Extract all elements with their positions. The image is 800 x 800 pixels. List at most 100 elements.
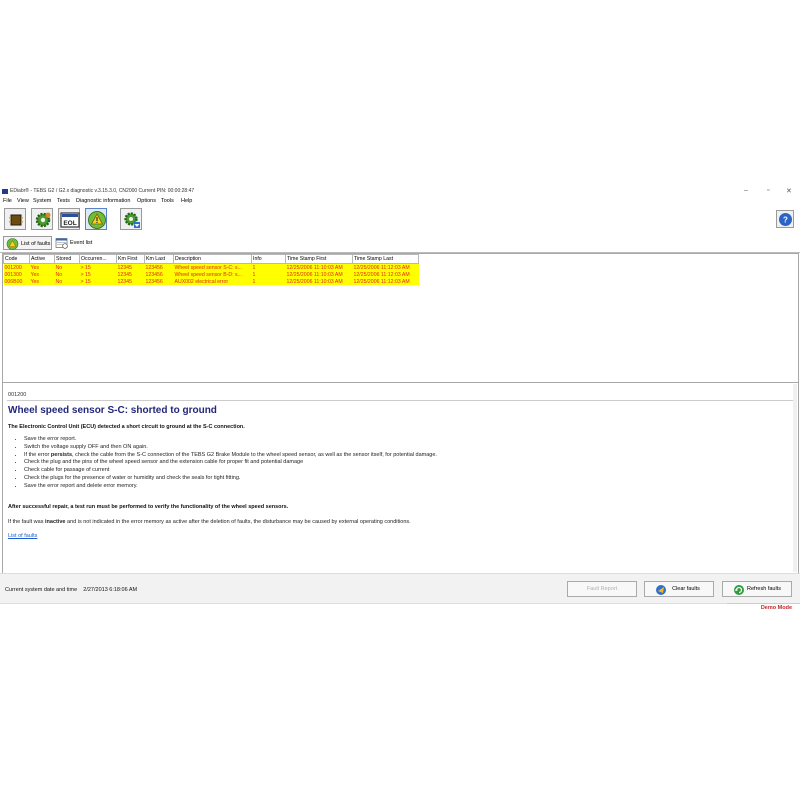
eol-label: EOL bbox=[63, 220, 76, 227]
system-date-value: 2/27/2013 6:18:06 AM bbox=[83, 587, 138, 593]
cell-active: Yes bbox=[29, 278, 55, 285]
table-row[interactable]: 001200 Yes No > 15 12345 123456 Wheel sp… bbox=[3, 263, 419, 271]
ecu-module-button[interactable] bbox=[4, 208, 26, 230]
download-settings-button[interactable] bbox=[120, 208, 142, 230]
refresh-faults-button[interactable]: Refresh faults bbox=[722, 581, 792, 597]
divider bbox=[0, 603, 727, 604]
column-header-time-first[interactable]: Time Stamp First bbox=[285, 254, 353, 264]
list-of-faults-link[interactable]: List of faults bbox=[8, 533, 37, 539]
list-item: Save the error report and delete error m… bbox=[24, 483, 437, 491]
cell-description: Wheel speed sensor S-C: s... bbox=[173, 263, 252, 271]
help-icon: ? bbox=[779, 213, 792, 226]
cell-occurrence: > 15 bbox=[79, 263, 117, 271]
tab-list-of-faults[interactable]: List of faults bbox=[3, 236, 52, 250]
column-header-km-last[interactable]: Km Last bbox=[144, 254, 174, 264]
warning-triangle-icon bbox=[6, 238, 19, 250]
tab-label: List of faults bbox=[21, 241, 51, 247]
cell-km-first: 12345 bbox=[116, 263, 145, 271]
cell-stored: No bbox=[54, 263, 80, 271]
cell-stored: No bbox=[54, 271, 80, 278]
list-item: Check the plugs for the presence of wate… bbox=[24, 475, 437, 483]
refresh-icon bbox=[734, 585, 744, 595]
cell-code: 001300 bbox=[3, 271, 30, 278]
warning-triangle-icon bbox=[88, 211, 106, 229]
vertical-scrollbar[interactable] bbox=[793, 384, 797, 572]
table-row[interactable]: 001300 Yes No > 15 12345 123456 Wheel sp… bbox=[3, 271, 419, 278]
cell-code: 001200 bbox=[3, 263, 30, 271]
column-header-km-first[interactable]: Km First bbox=[116, 254, 145, 264]
fault-report-button[interactable]: Fault Report bbox=[567, 581, 637, 597]
column-header-description[interactable]: Description bbox=[173, 254, 252, 264]
table-header: Code Active Stored Occurren... Km First … bbox=[3, 254, 419, 264]
table-row[interactable]: 006B00 Yes No > 15 12345 123456 AUX002 e… bbox=[3, 278, 419, 285]
cell-description: AUX002 electrical error bbox=[173, 278, 252, 285]
cell-km-last: 123456 bbox=[144, 278, 174, 285]
list-item: Check the plug and the pins of the wheel… bbox=[24, 459, 437, 467]
fault-heading: Wheel speed sensor S-C: shorted to groun… bbox=[8, 405, 217, 416]
close-button[interactable]: ✕ bbox=[786, 187, 792, 195]
menu-system[interactable]: System bbox=[33, 198, 51, 204]
event-list-icon bbox=[55, 238, 68, 249]
minimize-button[interactable]: – bbox=[744, 187, 748, 194]
list-item: Switch the voltage supply OFF and then O… bbox=[24, 444, 437, 452]
cell-occurrence: > 15 bbox=[79, 278, 117, 285]
demo-mode-badge: Demo Mode bbox=[727, 603, 800, 612]
ecu-module-icon bbox=[9, 214, 23, 226]
cell-active: Yes bbox=[29, 263, 55, 271]
menu-file[interactable]: File bbox=[3, 198, 12, 204]
list-item: Check cable for passage of current bbox=[24, 467, 437, 475]
column-header-code[interactable]: Code bbox=[3, 254, 30, 264]
cell-time-last: 12/25/2006 11:12:03 AM bbox=[352, 271, 419, 278]
inactive-note: If the fault was inactive and is not ind… bbox=[8, 519, 411, 525]
list-item: Save the error report. bbox=[24, 436, 437, 444]
cell-time-last: 12/25/2006 11:12:03 AM bbox=[352, 263, 419, 271]
fault-code: 001200 bbox=[8, 392, 27, 398]
column-header-occurrence[interactable]: Occurren... bbox=[79, 254, 117, 264]
maximize-button[interactable]: ▫ bbox=[767, 187, 769, 194]
menu-bar: File View System Tests Diagnostic inform… bbox=[0, 197, 800, 205]
column-header-info[interactable]: Info bbox=[251, 254, 286, 264]
clear-faults-icon bbox=[656, 585, 666, 595]
status-bar: Current system date and time 2/27/2013 6… bbox=[0, 573, 800, 604]
column-header-stored[interactable]: Stored bbox=[54, 254, 80, 264]
divider bbox=[7, 400, 793, 401]
cell-time-first: 12/25/2006 11:10:03 AM bbox=[285, 271, 353, 278]
help-button[interactable]: ? bbox=[776, 210, 794, 228]
cell-time-last: 12/25/2006 11:12:03 AM bbox=[352, 278, 419, 285]
cell-km-last: 123456 bbox=[144, 271, 174, 278]
system-date: Current system date and time 2/27/2013 6… bbox=[5, 587, 137, 593]
settings-button[interactable] bbox=[31, 208, 53, 230]
menu-tests[interactable]: Tests bbox=[57, 198, 70, 204]
fault-intro: The Electronic Control Unit (ECU) detect… bbox=[8, 424, 245, 430]
cell-description: Wheel speed sensor B-D: s... bbox=[173, 271, 252, 278]
menu-options[interactable]: Options bbox=[137, 198, 156, 204]
clear-faults-button[interactable]: Clear faults bbox=[644, 581, 714, 597]
cell-active: Yes bbox=[29, 271, 55, 278]
svg-text:?: ? bbox=[783, 216, 788, 225]
list-item: If the error persists, check the cable f… bbox=[24, 452, 437, 460]
column-header-active[interactable]: Active bbox=[29, 254, 55, 264]
gear-settings-icon bbox=[35, 212, 51, 228]
repair-steps-list: Save the error report. Switch the voltag… bbox=[7, 436, 437, 491]
eol-button[interactable]: EOL bbox=[58, 208, 80, 230]
menu-view[interactable]: View bbox=[17, 198, 29, 204]
gear-download-icon bbox=[124, 212, 140, 228]
toolbar: EOL ? bbox=[0, 206, 800, 234]
faults-button[interactable] bbox=[85, 208, 107, 230]
cell-info: 1 bbox=[251, 278, 286, 285]
menu-diagnostic-information[interactable]: Diagnostic information bbox=[76, 198, 130, 204]
cell-time-first: 12/25/2006 11:10:03 AM bbox=[285, 263, 353, 271]
cell-km-last: 123456 bbox=[144, 263, 174, 271]
cell-time-first: 12/25/2006 11:10:03 AM bbox=[285, 278, 353, 285]
tab-event-list[interactable]: Event list bbox=[53, 236, 99, 250]
menu-tools[interactable]: Tools bbox=[161, 198, 174, 204]
tab-bar: List of faults Event list bbox=[0, 235, 800, 253]
app-logo-icon bbox=[2, 189, 8, 194]
cell-code: 006B00 bbox=[3, 278, 30, 285]
column-header-time-last[interactable]: Time Stamp Last bbox=[352, 254, 419, 264]
faults-table: Code Active Stored Occurren... Km First … bbox=[2, 253, 799, 383]
application-window: EDiabr® - TEBS G2 / G2.x diagnostic v.3.… bbox=[0, 187, 800, 612]
fault-details-panel: 001200 Wheel speed sensor S-C: shorted t… bbox=[2, 382, 799, 574]
menu-help[interactable]: Help bbox=[181, 198, 192, 204]
cell-km-first: 12345 bbox=[116, 271, 145, 278]
